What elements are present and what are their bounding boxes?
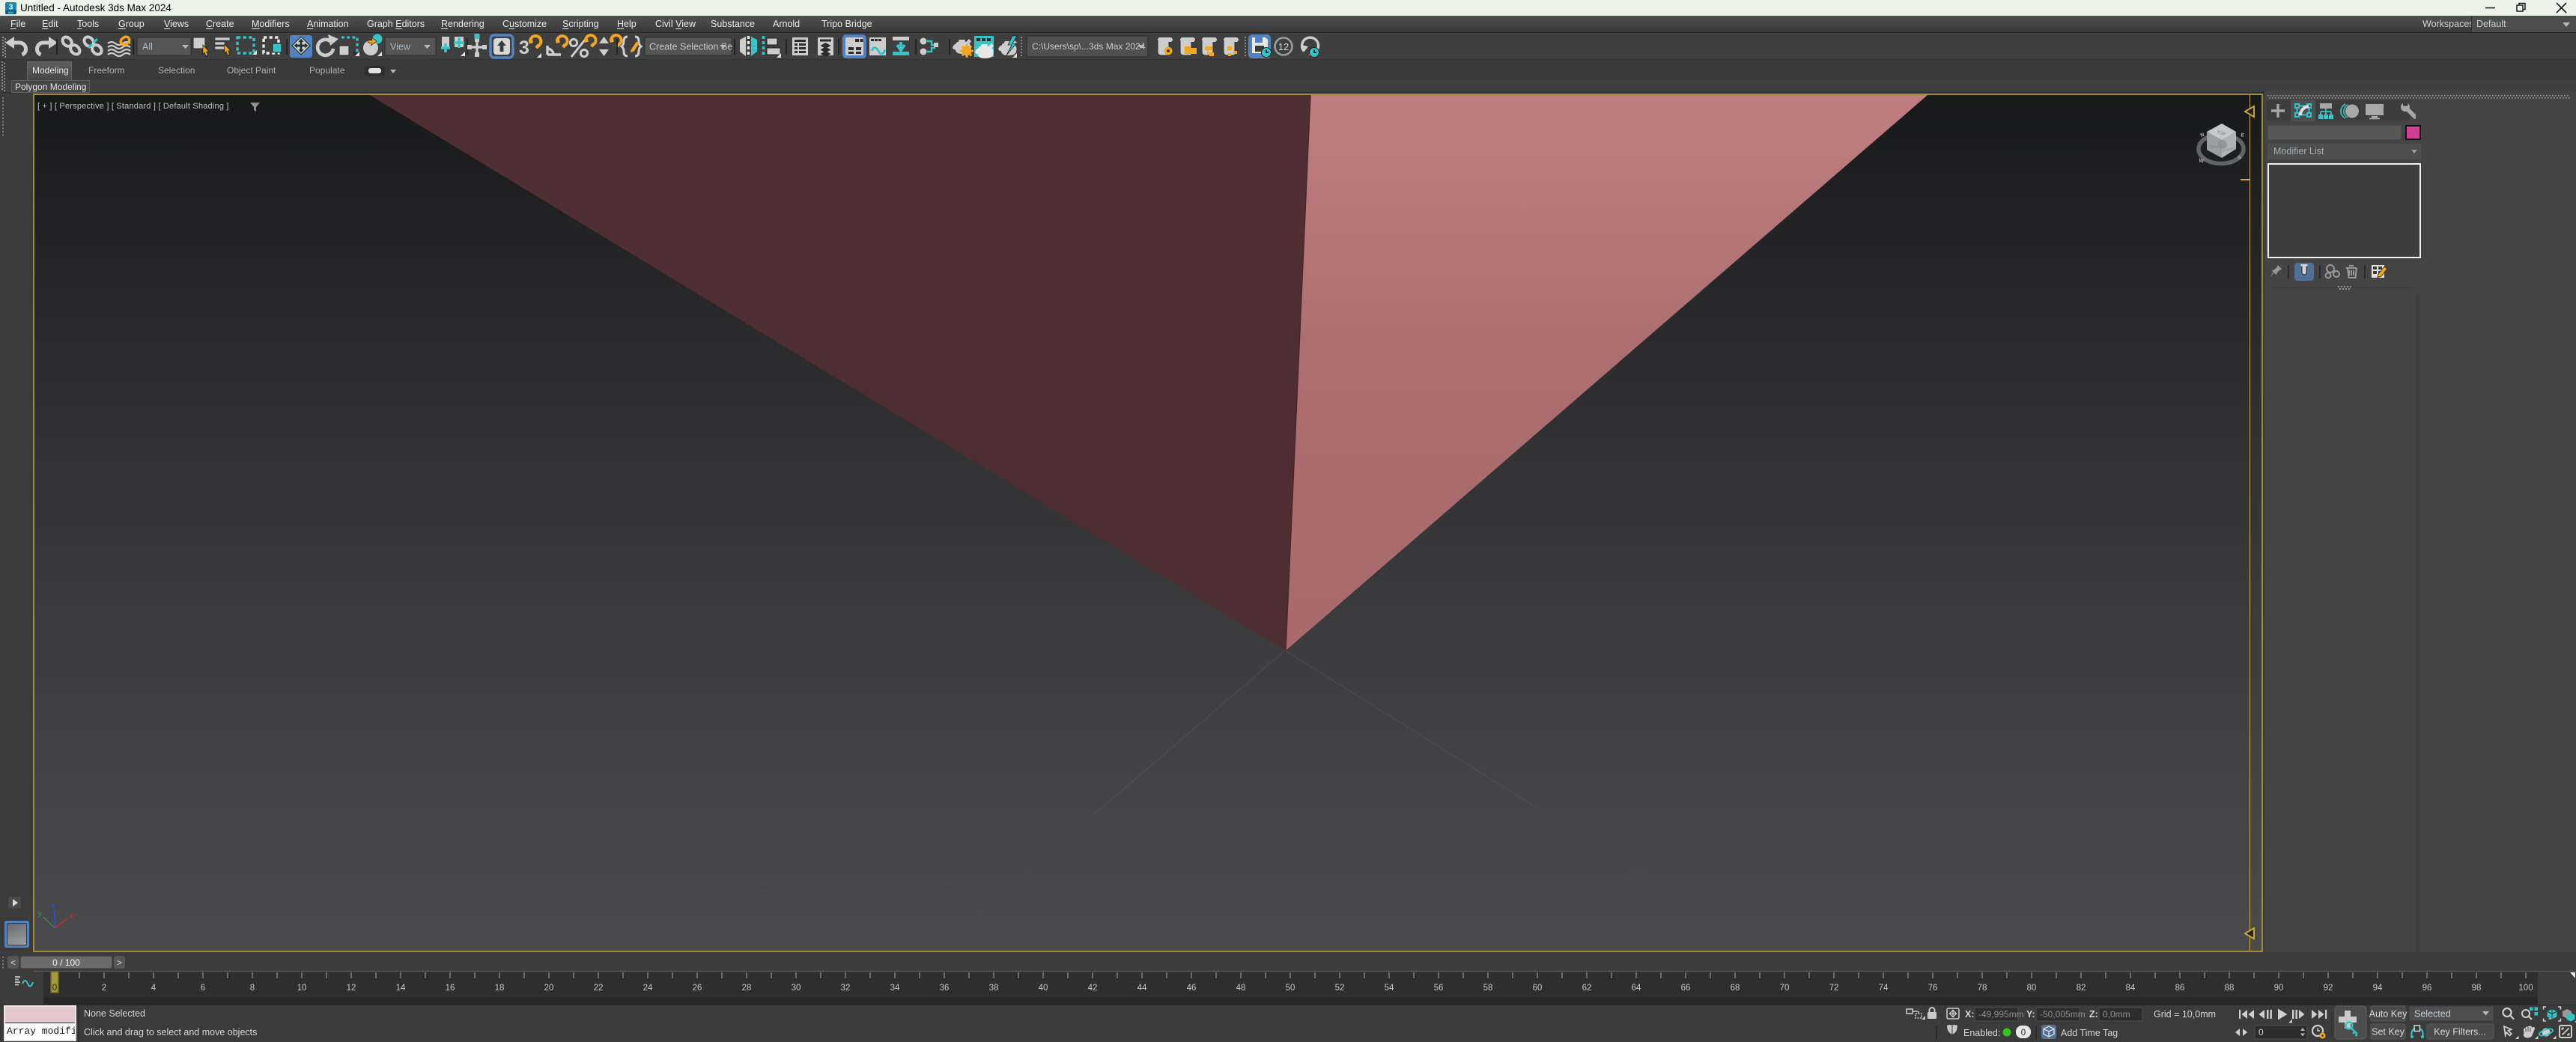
svg-text:40: 40	[1039, 984, 1048, 993]
svg-text:66: 66	[1681, 984, 1691, 993]
svg-text:x: x	[70, 912, 73, 920]
svg-text:46: 46	[1187, 984, 1197, 993]
svg-text:54: 54	[1385, 984, 1394, 993]
svg-text:24: 24	[643, 984, 653, 993]
svg-text:18: 18	[495, 984, 505, 993]
svg-text:44: 44	[1137, 984, 1147, 993]
svg-text:0: 0	[2258, 1027, 2264, 1038]
svg-text:50: 50	[1286, 984, 1295, 993]
svg-text:96: 96	[2422, 984, 2432, 993]
svg-text:z: z	[52, 902, 55, 910]
svg-text:10: 10	[297, 984, 307, 993]
svg-text:0: 0	[2021, 1029, 2026, 1038]
svg-text:4: 4	[151, 984, 157, 993]
svg-text:2: 2	[102, 984, 106, 993]
svg-text:74: 74	[1879, 984, 1889, 993]
svg-text:Z:: Z:	[2089, 1009, 2098, 1020]
svg-text:42: 42	[1088, 984, 1098, 993]
svg-text:38: 38	[989, 984, 999, 993]
svg-text:Key Filters...: Key Filters...	[2434, 1027, 2485, 1038]
svg-text:14: 14	[396, 984, 406, 993]
svg-text:-49,995mm: -49,995mm	[1978, 1009, 2024, 1020]
svg-text:60: 60	[1533, 984, 1543, 993]
svg-text:92: 92	[2324, 984, 2333, 993]
svg-text:90: 90	[2274, 984, 2284, 993]
svg-text:62: 62	[1582, 984, 1592, 993]
svg-text:56: 56	[1434, 984, 1444, 993]
svg-text:86: 86	[2175, 984, 2185, 993]
svg-text:100: 100	[2518, 984, 2533, 993]
svg-text:3: 3	[9, 4, 13, 12]
svg-text:88: 88	[2225, 984, 2235, 993]
svg-text:W: W	[2199, 158, 2205, 164]
svg-text:22: 22	[594, 984, 604, 993]
svg-text:Grid = 10,0mm: Grid = 10,0mm	[2154, 1009, 2216, 1020]
svg-text:Set Key: Set Key	[2372, 1027, 2405, 1038]
svg-text:12: 12	[347, 984, 356, 993]
svg-text:Add Time Tag: Add Time Tag	[2061, 1028, 2118, 1038]
svg-text:26: 26	[693, 984, 702, 993]
svg-text:Enabled:: Enabled:	[1963, 1028, 2000, 1038]
svg-text:0: 0	[52, 982, 58, 993]
svg-text:78: 78	[1978, 984, 1987, 993]
svg-text:View: View	[390, 42, 411, 52]
svg-text:X:: X:	[1965, 1009, 1975, 1020]
svg-text:30: 30	[792, 984, 801, 993]
svg-text:48: 48	[1236, 984, 1246, 993]
svg-text:Selected: Selected	[2414, 1009, 2451, 1020]
svg-text:84: 84	[2126, 984, 2136, 993]
svg-text:70: 70	[1780, 984, 1790, 993]
svg-text:N: N	[2200, 132, 2205, 138]
svg-text:20: 20	[544, 984, 554, 993]
svg-text:34: 34	[890, 984, 900, 993]
svg-text:72: 72	[1829, 984, 1839, 993]
svg-text:80: 80	[2027, 984, 2037, 993]
svg-text:MAX: MAX	[8, 11, 14, 14]
svg-text:32: 32	[841, 984, 851, 993]
svg-text:94: 94	[2373, 984, 2383, 993]
svg-text:Y:: Y:	[2026, 1009, 2035, 1020]
svg-text:52: 52	[1335, 984, 1345, 993]
svg-text:76: 76	[1928, 984, 1938, 993]
svg-text:0,0mm: 0,0mm	[2103, 1009, 2130, 1020]
svg-text:36: 36	[940, 984, 950, 993]
svg-text:3: 3	[519, 37, 529, 58]
svg-text:E: E	[2241, 132, 2245, 138]
svg-text:C:\Users\sp\...3ds Max 2024: C:\Users\sp\...3ds Max 2024	[1032, 41, 1146, 52]
svg-text:6: 6	[201, 984, 205, 993]
svg-text:68: 68	[1731, 984, 1740, 993]
svg-text:28: 28	[742, 984, 752, 993]
svg-text:Auto Key: Auto Key	[2369, 1009, 2408, 1020]
svg-text:All: All	[142, 42, 153, 52]
svg-text:-50,005mm: -50,005mm	[2040, 1009, 2086, 1020]
svg-text:12: 12	[1278, 41, 1289, 52]
svg-text:58: 58	[1483, 984, 1493, 993]
svg-text:16: 16	[446, 984, 455, 993]
svg-text:Create Selection Se: Create Selection Se	[649, 42, 732, 52]
svg-text:82: 82	[2077, 984, 2086, 993]
svg-text:98: 98	[2472, 984, 2482, 993]
svg-text:64: 64	[1632, 984, 1641, 993]
svg-text:8: 8	[250, 984, 255, 993]
svg-text:y: y	[38, 910, 42, 918]
